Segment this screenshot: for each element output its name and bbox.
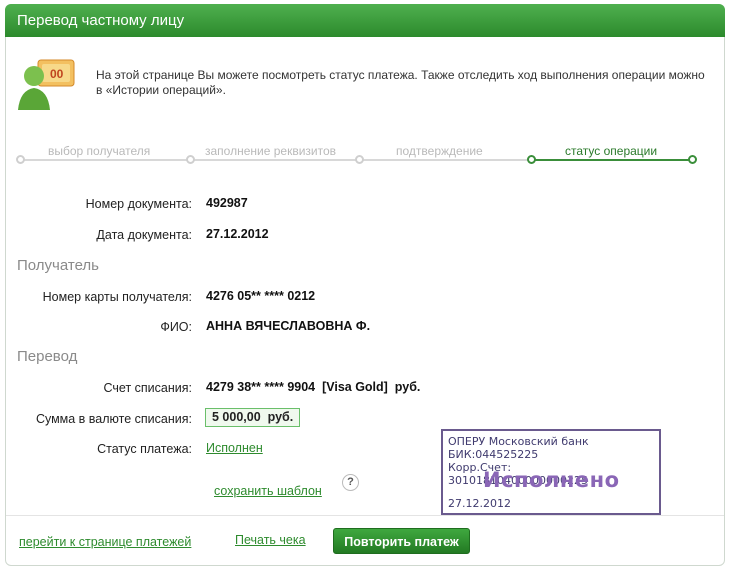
recipient-section-title: Получатель (17, 257, 99, 274)
account-label: Счет списания: (103, 381, 192, 395)
amount-value: 5 000,00 руб. (205, 408, 301, 427)
repeat-payment-button[interactable]: Повторить платеж (333, 528, 470, 554)
progress-line (20, 159, 530, 161)
intro-text: На этой странице Вы можете посмотреть ст… (96, 68, 705, 97)
step-dot-end (688, 155, 697, 164)
recipient-card: 4276 05** **** 0212 (206, 289, 316, 303)
step-dot-active (527, 155, 536, 164)
step-dot (186, 155, 195, 164)
step-dot (16, 155, 25, 164)
step-fill-details: заполнение реквизитов (205, 144, 337, 158)
progress-line-active (532, 159, 692, 161)
svg-text:00: 00 (50, 67, 64, 81)
recipient-name-label: ФИО: (160, 320, 192, 334)
recipient-card-label: Номер карты получателя: (42, 290, 192, 304)
status-link[interactable]: Исполнен (206, 441, 263, 455)
step-status: статус операции (565, 144, 658, 158)
step-confirm: подтверждение (396, 144, 483, 158)
recipient-name: АННА ВЯЧЕСЛАВОВНА Ф. (206, 319, 371, 333)
doc-date: 27.12.2012 (206, 227, 269, 241)
stamp-date: 27.12.2012 (448, 497, 511, 510)
transfer-section-title: Перевод (17, 348, 78, 365)
doc-number: 492987 (206, 196, 248, 210)
status-label: Статус платежа: (97, 442, 192, 456)
save-template-link[interactable]: сохранить шаблон (214, 484, 322, 498)
bank-stamp: ОПЕРУ Московский банк БИК:044525225 Корр… (441, 429, 661, 515)
step-select-recipient: выбор получателя (48, 144, 151, 158)
footer-divider (6, 515, 724, 516)
print-check-link[interactable]: Печать чека (235, 533, 306, 547)
help-icon[interactable]: ? (342, 474, 359, 491)
money-card-icon: 00 (18, 59, 75, 110)
amount-label: Сумма в валюте списания: (35, 412, 192, 426)
stamp-bik: БИК:044525225 (448, 448, 539, 461)
stamp-status: Исполнено (483, 468, 620, 492)
stamp-bank: ОПЕРУ Московский банк (448, 435, 589, 448)
doc-number-label: Номер документа: (85, 197, 192, 211)
step-dot (355, 155, 364, 164)
payments-page-link[interactable]: перейти к странице платежей (19, 535, 191, 549)
debit-account: 4279 38** **** 9904 [Visa Gold] руб. (206, 380, 421, 394)
doc-date-label: Дата документа: (96, 228, 192, 242)
page-title: Перевод частному лицу (5, 4, 725, 37)
